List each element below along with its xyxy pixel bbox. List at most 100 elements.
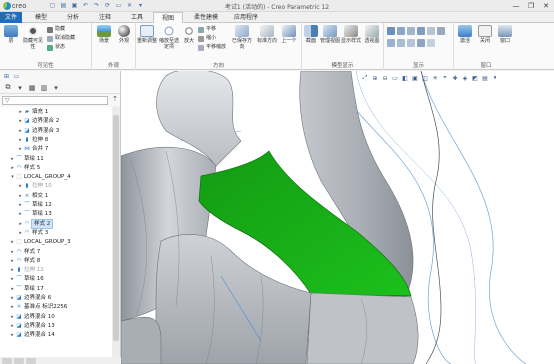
tree-filter-icon[interactable]: ▾ xyxy=(15,83,25,93)
display-style-button[interactable]: 显示样式 xyxy=(341,25,361,44)
plane-tag-icon[interactable] xyxy=(387,39,395,47)
tab-flexible-modeling[interactable]: 柔性建模 xyxy=(188,12,224,23)
collapse-arrow-icon[interactable]: ▸ xyxy=(10,275,15,283)
collapse-arrow-icon[interactable]: ▸ xyxy=(10,285,15,293)
scene-button[interactable]: 场景 xyxy=(94,25,114,44)
collapse-arrow-icon[interactable]: ▸ xyxy=(10,257,15,265)
perspective-button[interactable]: 透视图 xyxy=(362,25,382,44)
tree-item[interactable]: ▾ ⬚ LOCAL_GROUP_4 xyxy=(10,173,70,181)
collapse-arrow-icon[interactable]: ▸ xyxy=(10,164,15,172)
tree-scrollbar[interactable] xyxy=(112,107,120,357)
section-view-icon[interactable]: ◫ xyxy=(421,74,429,82)
csys-display-icon[interactable] xyxy=(417,27,425,35)
standard-orientation-button[interactable]: 标准方向 xyxy=(255,25,279,44)
tag-display-icon[interactable] xyxy=(437,27,445,35)
tab-model[interactable]: 模型 xyxy=(30,12,52,23)
windows-button[interactable]: 窗口 xyxy=(496,25,514,44)
collapse-arrow-icon[interactable]: ▸ xyxy=(10,313,15,321)
datum-point-display-icon[interactable] xyxy=(407,27,415,35)
graphics-window[interactable]: ⤢ ⊕ ⊖ ▭ ◧ ▣ ◫ ✳ ⌖ ✚ ◈ ◩ ▤ ⏸ xyxy=(121,71,554,364)
tree-scrollbar-thumb[interactable] xyxy=(113,115,119,341)
zoom-in-button[interactable]: 放大 xyxy=(181,25,197,44)
tree-item[interactable]: ▸ ⌒ 草绘 16 xyxy=(10,275,44,283)
tree-item[interactable]: ▸ ◪ 边界混合 2 xyxy=(18,117,59,125)
tab-applications[interactable]: 应用程序 xyxy=(228,12,264,23)
collapse-arrow-icon[interactable]: ▸ xyxy=(10,303,15,311)
tree-item[interactable]: ▸ ⬚ LOCAL_GROUP_3 xyxy=(10,238,70,246)
datum-curve[interactable] xyxy=(420,71,527,364)
tab-annotate[interactable]: 注释 xyxy=(94,12,116,23)
tree-item[interactable]: ▸ ⌒ 草绘 13 xyxy=(18,210,52,218)
hide-visibility-button[interactable]: 隐藏可见性 xyxy=(21,25,45,50)
collapse-arrow-icon[interactable]: ▸ xyxy=(18,127,23,135)
collapse-arrow-icon[interactable]: ▸ xyxy=(10,266,15,274)
repaint-icon[interactable]: ▭ xyxy=(391,74,399,82)
collapse-arrow-icon[interactable]: ▸ xyxy=(18,145,23,153)
tab-analysis[interactable]: 分析 xyxy=(62,12,84,23)
tree-item[interactable]: ▸ ◠ 样式 7 xyxy=(10,248,40,256)
tree-item[interactable]: ▸ ▮ 拉伸 10 xyxy=(18,182,52,190)
tree-item[interactable]: ▸ ◪ 边界混合 6 xyxy=(10,294,51,302)
zoom-out-view-icon[interactable]: ⊖ xyxy=(381,74,389,82)
spin-center-view-icon[interactable]: ✚ xyxy=(451,74,459,82)
spin-center-icon[interactable] xyxy=(427,39,435,47)
collapse-arrow-icon[interactable]: ▸ xyxy=(10,155,15,163)
close-view-button[interactable]: 关闭 xyxy=(476,25,494,44)
collapse-arrow-icon[interactable]: ▸ xyxy=(18,108,23,116)
refit-button[interactable]: 重新调整 xyxy=(137,25,157,44)
appearance-button[interactable]: 外观 xyxy=(114,25,134,44)
previous-orientation-button[interactable]: 上一个 xyxy=(279,25,299,44)
minimize-button[interactable]: — xyxy=(511,1,521,11)
tab-tools[interactable]: 工具 xyxy=(126,12,148,23)
tree-item[interactable]: ▸ ◪ 边界混合 3 xyxy=(18,127,59,135)
bottom-tab-3[interactable] xyxy=(26,357,36,364)
show-button[interactable]: 取消隐藏 xyxy=(47,35,75,42)
model-viewport[interactable] xyxy=(121,71,554,364)
saved-views-icon[interactable]: ▣ xyxy=(411,74,419,82)
datum-plane-display-icon[interactable] xyxy=(387,27,395,35)
tree-item[interactable]: ▸ ◠ 样式 5 xyxy=(10,164,40,172)
tree-item[interactable]: ▸ ◠ 样式 3 xyxy=(18,229,48,237)
tree-item[interactable]: ▸ ◪ 边界混合 10 xyxy=(10,313,55,321)
tree-item[interactable]: ▸ ◪ 边界混合 14 xyxy=(10,331,55,339)
annotation-display-icon[interactable] xyxy=(427,27,435,35)
axis-tag-icon[interactable] xyxy=(397,39,405,47)
collapse-arrow-icon[interactable]: ▸ xyxy=(18,201,23,209)
view-manager-icon[interactable]: ◩ xyxy=(471,74,479,82)
manage-views-button[interactable]: 管理视图 xyxy=(320,25,340,44)
collapse-arrow-icon[interactable]: ▸ xyxy=(10,331,15,339)
close-window-button[interactable]: ✕ xyxy=(541,1,551,11)
section-button[interactable]: 截面 xyxy=(302,25,320,44)
bottom-tab-2[interactable] xyxy=(14,357,24,364)
pan-zoom-button[interactable]: 平移缩放 xyxy=(198,44,226,51)
zoom-to-selected-button[interactable]: 缩放至选定项 xyxy=(158,25,180,50)
collapse-arrow-icon[interactable]: ▸ xyxy=(18,136,23,144)
layers-button[interactable]: 层 xyxy=(1,25,21,44)
csys-tag-icon[interactable] xyxy=(417,39,425,47)
zoom-out-button[interactable]: 缩小 xyxy=(198,35,216,42)
tree-item[interactable]: ▸ ⌒ 草绘 17 xyxy=(10,285,44,293)
tree-item[interactable]: ▸ ▮ 拉伸 8 xyxy=(18,136,48,144)
model-tree-icon[interactable]: ⧉ xyxy=(3,83,13,93)
perspective-view-icon[interactable]: ◈ xyxy=(461,74,469,82)
collapse-arrow-icon[interactable]: ▸ xyxy=(18,229,23,237)
collapse-arrow-icon[interactable]: ▸ xyxy=(10,294,15,302)
collapse-arrow-icon[interactable]: ▸ xyxy=(18,182,23,190)
tab-file[interactable]: 文件 xyxy=(0,12,22,23)
collapse-arrow-icon[interactable]: ▸ xyxy=(18,117,23,125)
collapse-arrow-icon[interactable]: ▸ xyxy=(18,192,23,200)
named-view-icon[interactable]: ▤ xyxy=(481,74,489,82)
datum-display-filter-icon[interactable]: ✳ xyxy=(431,74,439,82)
bottom-tab-1[interactable] xyxy=(2,357,12,364)
surface-bottom-right[interactable] xyxy=(306,292,419,364)
pan-button[interactable]: 平移 xyxy=(198,26,216,33)
collapse-arrow-icon[interactable]: ▸ xyxy=(10,238,15,246)
collapse-arrow-icon[interactable]: ▸ xyxy=(10,248,15,256)
tree-item[interactable]: ▸ ✕ 基准点 标识2256 xyxy=(10,303,67,311)
activate-button[interactable]: 激活 xyxy=(456,25,474,44)
tree-item[interactable]: ▸ ▮ 拉伸 12 xyxy=(10,266,44,274)
saved-orientations-button[interactable]: 已保存方向 xyxy=(230,25,254,50)
tree-item[interactable]: ▸ ▰ 填充 1 xyxy=(18,108,48,116)
tree-columns-icon[interactable]: ▥ xyxy=(39,83,49,93)
collapse-arrow-icon[interactable]: ▸ xyxy=(18,220,23,228)
